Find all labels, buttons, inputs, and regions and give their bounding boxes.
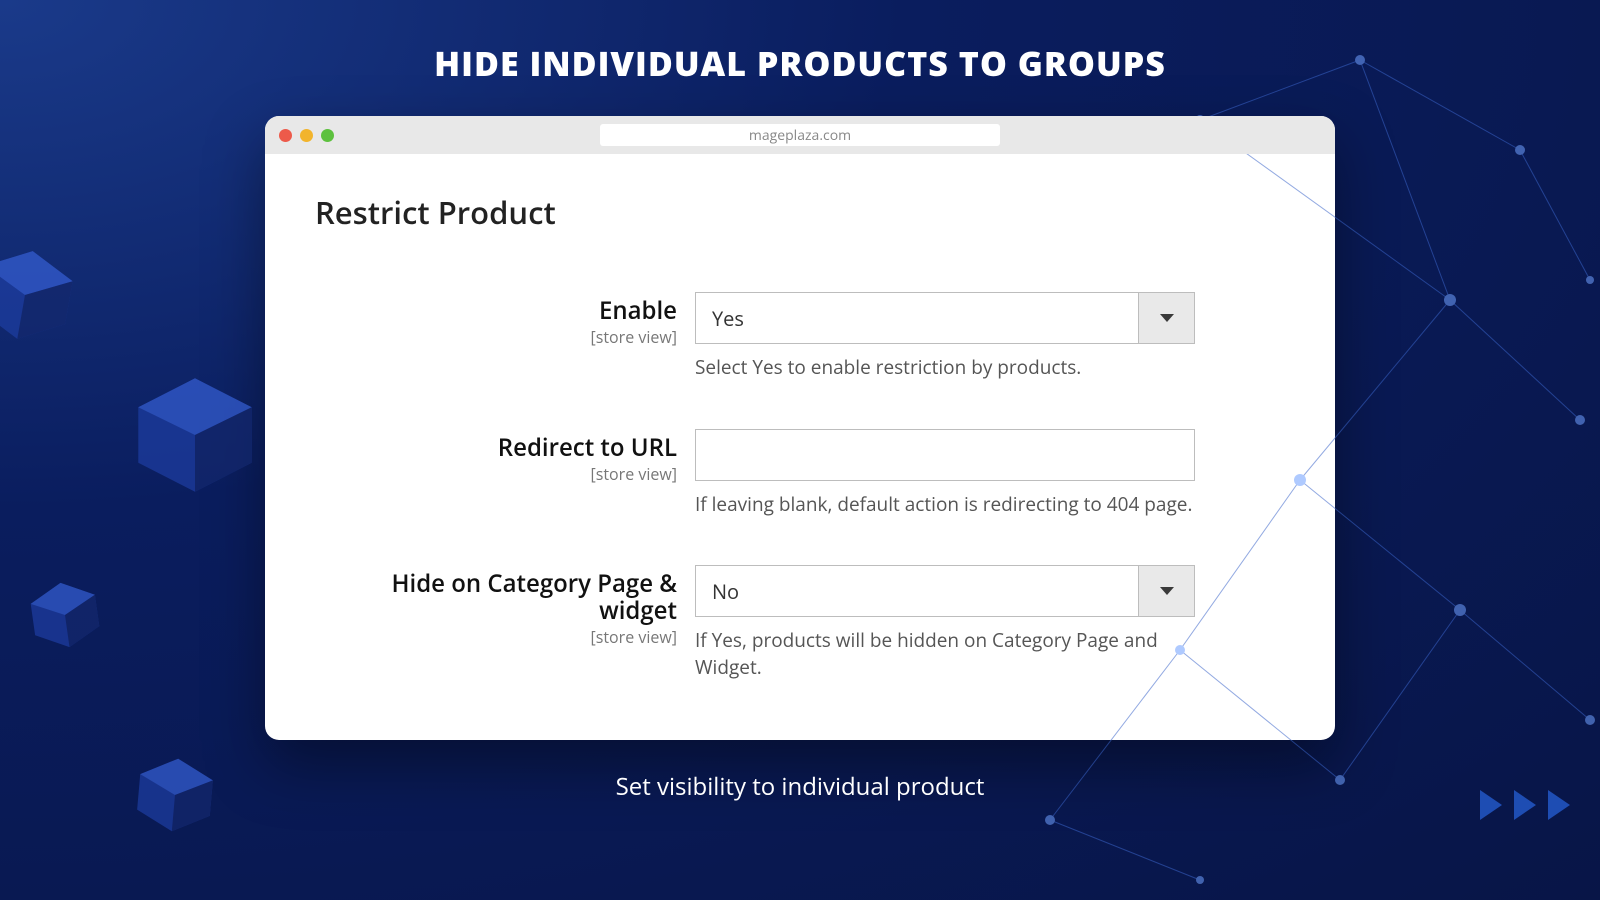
close-icon[interactable]	[279, 129, 292, 142]
decorative-cube	[132, 372, 258, 498]
help-redirect: If leaving blank, default action is redi…	[695, 491, 1195, 518]
field-enable: Enable [store view] Yes Select Yes to en…	[315, 292, 1285, 381]
scope-hide: [store view]	[315, 626, 677, 648]
chevron-down-icon	[1138, 566, 1194, 616]
label-redirect: Redirect to URL	[315, 435, 677, 461]
help-hide: If Yes, products will be hidden on Categ…	[695, 627, 1195, 680]
hide-select[interactable]: No	[695, 565, 1195, 617]
url-text: mageplaza.com	[749, 126, 851, 145]
decorative-cube	[24, 574, 105, 655]
chevron-down-icon	[1138, 293, 1194, 343]
maximize-icon[interactable]	[321, 129, 334, 142]
redirect-input[interactable]	[696, 430, 1194, 480]
admin-panel: Restrict Product Enable [store view] Yes…	[265, 154, 1335, 740]
enable-value: Yes	[712, 305, 744, 332]
browser-titlebar: mageplaza.com	[265, 116, 1335, 154]
browser-window: mageplaza.com Restrict Product Enable [s…	[265, 116, 1335, 740]
hide-value: No	[712, 578, 739, 605]
decorative-arrows	[1480, 790, 1570, 820]
label-enable: Enable	[315, 298, 677, 324]
decorative-cube	[131, 751, 219, 839]
page-caption: Set visibility to individual product	[0, 770, 1600, 803]
help-enable: Select Yes to enable restriction by prod…	[695, 354, 1195, 381]
field-redirect: Redirect to URL [store view] If leaving …	[315, 429, 1285, 518]
url-bar[interactable]: mageplaza.com	[600, 124, 1000, 146]
page-title: HIDE INDIVIDUAL PRODUCTS TO GROUPS	[0, 0, 1600, 86]
decorative-cube	[0, 238, 82, 353]
field-hide: Hide on Category Page & widget [store vi…	[315, 565, 1285, 680]
label-hide: Hide on Category Page & widget	[315, 571, 677, 624]
scope-enable: [store view]	[315, 326, 677, 348]
section-title: Restrict Product	[315, 192, 1285, 234]
redirect-input-wrapper	[695, 429, 1195, 481]
scope-redirect: [store view]	[315, 463, 677, 485]
minimize-icon[interactable]	[300, 129, 313, 142]
enable-select[interactable]: Yes	[695, 292, 1195, 344]
